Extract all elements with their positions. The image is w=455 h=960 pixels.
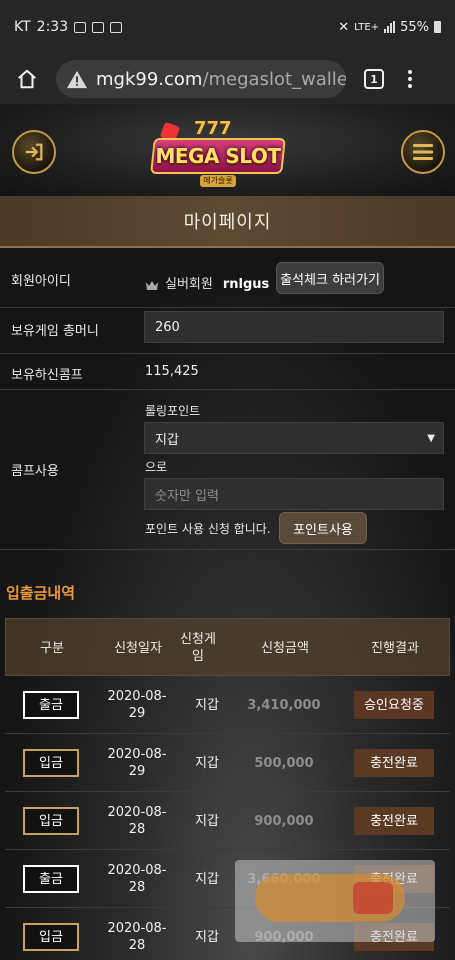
comp-label: 보유하신콤프 <box>11 368 83 383</box>
to-label: 으로 <box>145 460 168 474</box>
rolling-point-label: 롤링포인트 <box>145 404 201 418</box>
login-button[interactable] <box>12 130 56 174</box>
result-badge: 충전완료 <box>354 807 434 835</box>
type-badge: 출금 <box>23 865 79 893</box>
battery-text: 55% <box>400 19 429 35</box>
mypage-content: 회원아이디 실버회원 rnlgus 출석체크 하러가기 보유게임 총머니 260 … <box>0 248 455 960</box>
gallery-icon <box>74 21 87 33</box>
cell-game: 지갑 <box>195 755 219 771</box>
url-domain: mgk99.com <box>96 68 203 90</box>
table-row: 출금 2020-08-29 지갑 3,410,000 승인요청중 <box>5 676 450 734</box>
page-title-bar: 마이페이지 <box>0 196 455 248</box>
notification-icon <box>92 21 105 33</box>
history-table-header: 구분 신청일자 신청게임 신청금액 진행결과 <box>5 618 450 676</box>
cell-type: 입금 <box>5 734 97 792</box>
site-header: 777 MEGA SLOT 메가슬롯 <box>0 104 455 196</box>
cell-game: 지갑 <box>195 813 219 829</box>
member-id-label: 회원아이디 <box>11 274 71 289</box>
cell-result: 충전완료 <box>345 734 443 792</box>
browser-toolbar: mgk99.com/megaslot_wallet 1 <box>0 54 455 104</box>
col-game: 신청게임 <box>180 632 216 664</box>
signal-icon <box>384 21 396 33</box>
wallet-select-value: 지갑 <box>155 432 179 448</box>
game-money-label: 보유게임 총머니 <box>11 324 99 339</box>
table-row: 입금 2020-08-28 지갑 900,000 충전완료 <box>5 792 450 850</box>
cell-date: 2020-08-29 <box>107 689 167 721</box>
point-amount-input[interactable]: 숫자만 입력 <box>144 478 444 510</box>
home-button[interactable] <box>10 62 44 96</box>
network-text: LTE+ <box>354 21 380 33</box>
comp-row: 보유하신콤프 115,425 <box>0 354 455 390</box>
cell-type: 입금 <box>5 792 97 850</box>
wallet-select[interactable]: 지갑 ▼ <box>144 422 444 454</box>
point-use-button[interactable]: 포인트사용 <box>279 512 367 544</box>
type-badge: 입금 <box>23 807 79 835</box>
hamburger-icon <box>413 144 433 160</box>
status-bar: KT 2:33 ✕ LTE+ 55% <box>0 0 455 54</box>
result-badge: 충전완료 <box>354 749 434 777</box>
cell-result: 승인요청중 <box>345 676 443 734</box>
logo-subtext: 메가슬롯 <box>200 175 236 187</box>
type-badge: 입금 <box>23 923 79 951</box>
screenshot-icon <box>110 21 123 33</box>
cell-amount: 500,000 <box>254 755 314 771</box>
cell-amount: 3,410,000 <box>247 697 321 713</box>
page-title: 마이페이지 <box>183 212 272 233</box>
member-id-value: rnlgus <box>222 277 270 292</box>
home-icon <box>18 69 36 89</box>
cell-amount: 900,000 <box>254 813 314 829</box>
col-date: 신청일자 <box>114 640 162 656</box>
member-id-row: 회원아이디 실버회원 rnlgus 출석체크 하러가기 <box>0 248 455 308</box>
cell-date: 2020-08-28 <box>107 921 167 953</box>
apply-text: 포인트 사용 신청 합니다. <box>145 522 271 536</box>
game-money-value: 260 <box>144 311 444 343</box>
floating-promo-badge[interactable] <box>235 860 435 942</box>
tab-switcher-button[interactable]: 1 <box>364 69 384 89</box>
megaslot-logo[interactable]: 777 MEGA SLOT 메가슬롯 <box>148 118 288 188</box>
cell-date: 2020-08-29 <box>107 747 167 779</box>
login-arrow-icon <box>25 143 43 161</box>
logo-text: MEGA SLOT <box>155 144 281 168</box>
cell-date: 2020-08-28 <box>107 863 167 895</box>
attendance-check-button[interactable]: 출석체크 하러가기 <box>276 262 384 294</box>
warning-icon <box>67 70 87 89</box>
logo-777: 777 <box>194 118 232 139</box>
promo-ribbon <box>353 882 393 914</box>
result-badge: 승인요청중 <box>354 691 434 719</box>
dropdown-arrow-icon: ▼ <box>427 433 435 444</box>
type-badge: 출금 <box>23 691 79 719</box>
col-result: 진행결과 <box>371 640 419 656</box>
col-amount: 신청금액 <box>261 640 309 656</box>
address-bar[interactable]: mgk99.com/megaslot_wallet <box>56 60 346 98</box>
cell-type: 입금 <box>5 908 97 960</box>
game-money-row: 보유게임 총머니 260 <box>0 308 455 354</box>
cell-game: 지갑 <box>195 697 219 713</box>
comp-value: 115,425 <box>145 364 199 379</box>
history-section-title: 입출금내역 <box>6 584 76 602</box>
cell-type: 출금 <box>5 676 97 734</box>
member-info: 실버회원 rnlgus <box>145 273 269 292</box>
browser-menu-button[interactable] <box>408 70 412 88</box>
cell-date: 2020-08-28 <box>107 805 167 837</box>
carrier-text: KT <box>14 19 31 35</box>
cell-game: 지갑 <box>195 929 219 945</box>
comp-use-row: 콤프사용 롤링포인트 지갑 ▼ 으로 숫자만 입력 포인트 사용 신청 합니다.… <box>0 390 455 550</box>
crown-icon <box>146 280 158 290</box>
mute-icon: ✕ <box>338 19 350 35</box>
type-badge: 입금 <box>23 749 79 777</box>
url-path: /megaslot_wallet <box>202 68 346 90</box>
time-text: 2:33 <box>36 19 69 35</box>
table-row: 입금 2020-08-29 지갑 500,000 충전완료 <box>5 734 450 792</box>
battery-icon <box>434 21 441 33</box>
cell-result: 충전완료 <box>345 792 443 850</box>
member-grade: 실버회원 <box>165 277 213 292</box>
comp-use-label: 콤프사용 <box>11 464 59 479</box>
col-type: 구분 <box>40 640 64 656</box>
cell-type: 출금 <box>5 850 97 908</box>
main-menu-button[interactable] <box>401 130 445 174</box>
cell-game: 지갑 <box>195 871 219 887</box>
